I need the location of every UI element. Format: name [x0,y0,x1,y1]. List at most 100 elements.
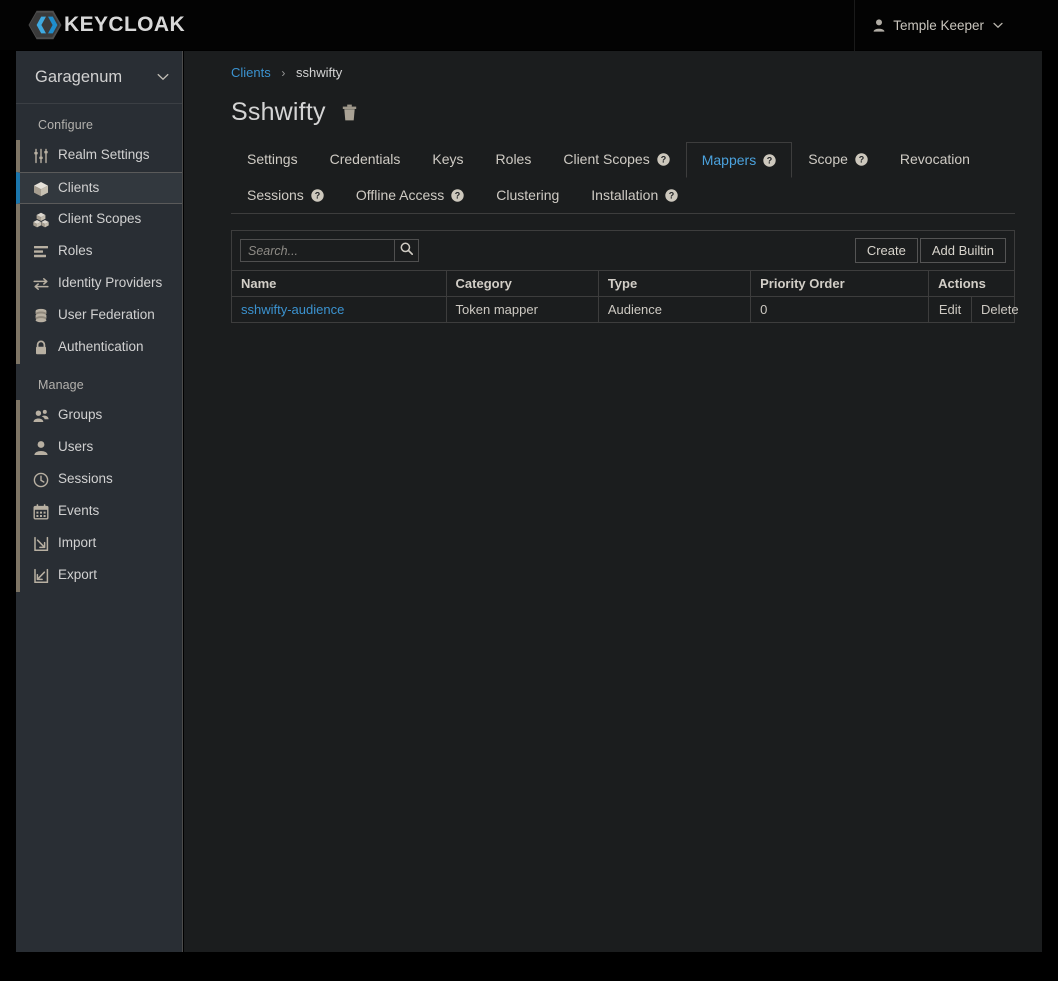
tab-scope[interactable]: Scope ? [792,141,884,177]
search-icon [400,242,414,260]
add-builtin-button[interactable]: Add Builtin [919,238,1006,263]
nav-heading-manage: Manage [38,378,84,392]
table-row: sshwifty-audience Token mapper Audience … [231,296,1019,323]
help-circle-icon[interactable]: ? [763,153,776,167]
tab-installation[interactable]: Installation ? [575,177,694,213]
nav-list-manage: Groups Users Sessions Events Import Expo… [16,400,182,592]
toolbar-actions: Create Add Builtin [854,238,1006,263]
lock-icon [32,339,50,357]
delete-button[interactable]: Delete [971,296,1019,323]
svg-text:?: ? [669,190,675,200]
cell-type: Audience [597,296,752,323]
calendar-icon [32,503,50,521]
user-icon [32,439,50,457]
tab-client-scopes[interactable]: Client Scopes ? [547,141,685,177]
tab-offline-access[interactable]: Offline Access ? [340,177,480,213]
tab-revocation[interactable]: Revocation [884,141,986,177]
brand-logo[interactable]: KEYCLOAK [28,8,185,42]
sidebar-item-export[interactable]: Export [16,560,182,592]
search-input[interactable] [240,239,395,262]
sidebar-item-label: Users [58,439,94,454]
sidebar-item-groups[interactable]: Groups [16,400,182,432]
users-group-icon [32,407,50,425]
tab-sessions[interactable]: Sessions ? [231,177,340,213]
nav-list-configure: Realm Settings Clients Client Scopes Rol… [16,140,182,364]
user-name: Temple Keeper [893,17,984,33]
user-menu[interactable]: Temple Keeper [854,0,1058,51]
column-header-category: Category [445,270,599,297]
sidebar-item-import[interactable]: Import [16,528,182,560]
masthead: KEYCLOAK Temple Keeper [0,0,1058,51]
sidebar-item-users[interactable]: Users [16,432,182,464]
tab-credentials[interactable]: Credentials [314,141,417,177]
export-arrow-icon [32,567,50,585]
sidebar-item-client-scopes[interactable]: Client Scopes [16,204,182,236]
page-title: Sshwifty [231,98,326,126]
user-icon [873,18,885,32]
search-button[interactable] [395,239,419,262]
tab-label: Offline Access [355,187,445,203]
tab-label: Roles [495,151,532,167]
table-body: sshwifty-audience Token mapper Audience … [231,296,1019,323]
breadcrumb-current: sshwifty [296,65,343,80]
realm-selector[interactable]: Garagenum [16,51,182,104]
list-icon [32,243,50,261]
breadcrumb-clients-link[interactable]: Clients [231,65,271,80]
sidebar-item-label: Export [58,567,98,582]
tab-label: Scope [808,151,848,167]
sidebar-item-label: Authentication [58,339,144,354]
tab-label: Sessions [247,187,304,203]
exchange-icon [32,275,50,293]
tab-clustering[interactable]: Clustering [480,177,575,213]
table-head: Name Category Type Priority Order Action… [231,270,1015,297]
tab-settings[interactable]: Settings [231,141,314,177]
sidebar-item-events[interactable]: Events [16,496,182,528]
tab-row-secondary: Sessions ? Offline Access ? Clustering I… [231,177,1015,213]
sidebar-item-user-federation[interactable]: User Federation [16,300,182,332]
sidebar-item-realm-settings[interactable]: Realm Settings [16,140,182,172]
help-circle-icon[interactable]: ? [311,188,324,202]
breadcrumb-separator: › [281,66,286,80]
tab-bar: Settings Credentials Keys Roles Client S… [231,141,1015,214]
tab-label: Client Scopes [563,151,650,167]
realm-name: Garagenum [35,67,123,86]
tab-roles[interactable]: Roles [480,141,548,177]
sidebar-item-label: Import [58,535,97,550]
tab-label: Settings [247,151,298,167]
help-circle-icon[interactable]: ? [855,152,868,166]
help-circle-icon[interactable]: ? [665,188,678,202]
svg-text:?: ? [315,190,321,200]
help-circle-icon[interactable]: ? [451,188,464,202]
tab-mappers[interactable]: Mappers ? [685,142,793,178]
sliders-icon [32,147,50,165]
cell-name: sshwifty-audience [231,296,447,323]
trash-icon[interactable] [342,104,357,121]
edit-button[interactable]: Edit [928,296,973,323]
tab-keys[interactable]: Keys [416,141,479,177]
search-group [240,239,419,262]
tab-label: Revocation [899,151,970,167]
sidebar-item-label: User Federation [58,307,155,322]
mapper-name-link[interactable]: sshwifty-audience [241,302,344,317]
cell-category: Token mapper [445,296,599,323]
sidebar-item-sessions[interactable]: Sessions [16,464,182,496]
nav-heading-configure: Configure [38,118,94,132]
chevron-down-icon [993,22,1003,29]
sidebar-item-authentication[interactable]: Authentication [16,332,182,364]
sidebar-item-label: Events [58,503,100,518]
sidebar: Garagenum Configure Realm Settings Clien… [16,51,183,952]
tab-label: Keys [432,151,464,167]
create-button[interactable]: Create [854,238,918,263]
brand-text: KEYCLOAK [64,13,186,36]
sidebar-item-identity-providers[interactable]: Identity Providers [16,268,182,300]
sidebar-item-clients[interactable]: Clients [16,172,182,204]
column-header-type: Type [597,270,752,297]
help-circle-icon[interactable]: ? [657,152,670,166]
column-header-name: Name [231,270,447,297]
clock-icon [32,471,50,489]
sidebar-item-label: Identity Providers [58,275,163,290]
table-header-row: Name Category Type Priority Order Action… [231,270,1015,297]
svg-text:?: ? [767,155,773,165]
sidebar-item-roles[interactable]: Roles [16,236,182,268]
sidebar-item-label: Realm Settings [58,147,150,162]
